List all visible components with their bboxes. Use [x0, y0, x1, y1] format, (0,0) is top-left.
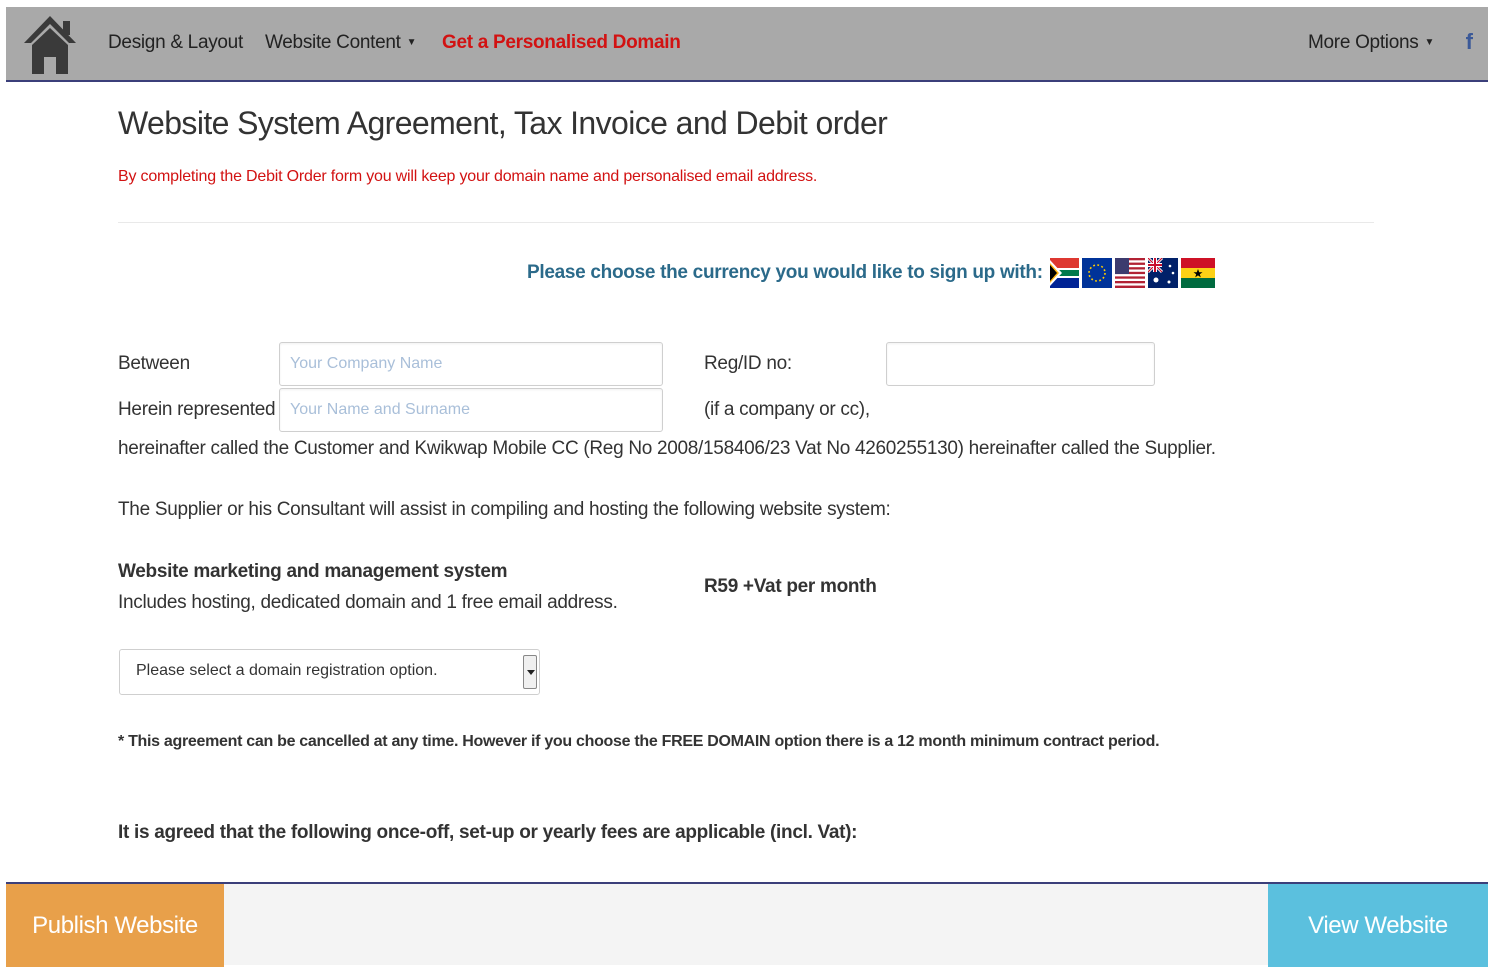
currency-selector: Please choose the currency you would lik… [527, 257, 1215, 289]
system-title: Website marketing and management system [118, 561, 508, 582]
south-africa-flag-icon[interactable] [1049, 258, 1079, 288]
price-label: R59 +Vat per month [704, 576, 877, 597]
domain-registration-select[interactable]: Please select a domain registration opti… [119, 649, 540, 695]
company-note: (if a company or cc), [704, 399, 870, 420]
australia-flag-icon[interactable] [1147, 258, 1178, 288]
domain-select-value: Please select a domain registration opti… [136, 662, 438, 679]
represented-label: Herein represented by: [118, 399, 305, 420]
nav-more-options[interactable]: More Options ▼ [1308, 32, 1434, 54]
dropdown-arrow-icon [523, 655, 537, 689]
footer-bar: Publish Website View Website [6, 882, 1488, 967]
divider [118, 222, 1374, 223]
top-navbar: Design & Layout Website Content ▼ Get a P… [6, 7, 1488, 82]
nav-design-layout[interactable]: Design & Layout [108, 32, 243, 54]
company-name-input[interactable] [279, 342, 663, 386]
nav-website-content-label: Website Content [265, 32, 401, 53]
system-description: Includes hosting, dedicated domain and 1… [118, 592, 618, 613]
view-website-button[interactable]: View Website [1268, 884, 1488, 967]
nav-get-domain[interactable]: Get a Personalised Domain [442, 32, 681, 54]
eu-flag-icon[interactable] [1081, 258, 1112, 288]
between-label: Between [118, 353, 190, 374]
cancellation-note: * This agreement can be cancelled at any… [118, 733, 1160, 750]
nav-website-content[interactable]: Website Content ▼ [265, 32, 417, 54]
publish-website-button[interactable]: Publish Website [6, 884, 224, 967]
regid-input[interactable] [886, 342, 1155, 386]
hereinafter-text: hereinafter called the Customer and Kwik… [118, 438, 1216, 459]
nav-more-options-label: More Options [1308, 32, 1419, 53]
facebook-icon[interactable]: f [1466, 29, 1473, 55]
caret-down-icon: ▼ [1424, 37, 1435, 49]
usa-flag-icon[interactable] [1114, 258, 1145, 288]
currency-prompt: Please choose the currency you would lik… [527, 262, 1043, 283]
ghana-flag-icon[interactable] [1180, 258, 1215, 288]
name-surname-input[interactable] [279, 388, 663, 432]
fees-heading: It is agreed that the following once-off… [118, 822, 858, 843]
home-icon[interactable] [22, 13, 78, 75]
supplier-text: The Supplier or his Consultant will assi… [118, 499, 891, 520]
caret-down-icon: ▼ [406, 37, 417, 49]
page-subtitle: By completing the Debit Order form you w… [118, 168, 818, 185]
regid-label: Reg/ID no: [704, 353, 792, 374]
page-title: Website System Agreement, Tax Invoice an… [118, 105, 888, 141]
